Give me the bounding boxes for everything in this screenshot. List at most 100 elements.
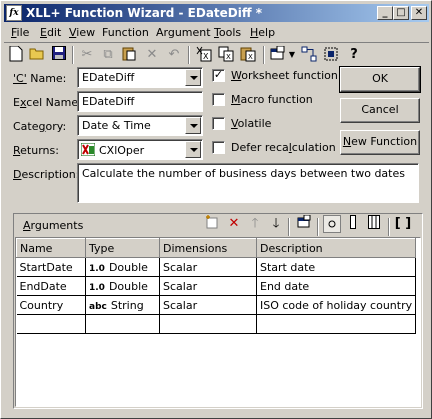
cell-description[interactable]: End date [256, 276, 417, 296]
menu-function[interactable]: Function [102, 26, 149, 39]
macro-function-label: Macro function [231, 93, 313, 106]
arguments-title: Arguments [23, 219, 84, 232]
cell-description[interactable] [256, 314, 417, 334]
menu-argument[interactable]: Argument [156, 26, 211, 39]
returns-label: Returns: [13, 144, 59, 157]
macro-function-checkbox[interactable] [212, 93, 225, 106]
c-name-combo[interactable]: EDateDiff [77, 67, 203, 88]
excel-copy-icon[interactable]: X [217, 46, 235, 64]
volatile-checkbox[interactable] [212, 117, 225, 130]
open-folder-icon[interactable] [28, 46, 46, 64]
menu-view[interactable]: View [69, 26, 95, 39]
structure-icon[interactable] [300, 46, 318, 64]
excel-paste-icon[interactable]: X [239, 46, 257, 64]
brackets-icon[interactable]: [ ] [394, 215, 412, 233]
delete-argument-icon[interactable]: ✕ [225, 215, 243, 233]
copy-icon[interactable]: ⧉ [99, 46, 117, 64]
window-title: XLL+ Function Wizard - EDateDiff * [26, 6, 263, 20]
chevron-down-icon[interactable] [185, 117, 201, 134]
description-label: Description: [13, 168, 80, 181]
arguments-table: Name Type Dimensions Description StartDa… [16, 238, 417, 334]
cell-type[interactable] [85, 314, 160, 334]
new-file-icon[interactable] [7, 45, 25, 64]
cell-dimensions[interactable]: Scalar [159, 276, 257, 296]
delete-icon[interactable]: ✕ [143, 46, 161, 64]
cell-description[interactable]: Start date [256, 257, 417, 277]
title-bar[interactable]: fx XLL+ Function Wizard - EDateDiff * _ … [4, 4, 429, 22]
cell-dimensions[interactable]: Scalar [159, 295, 257, 315]
cell-type[interactable]: 1.0 Double [85, 276, 160, 296]
cell-description[interactable]: ISO code of holiday country [256, 295, 417, 315]
returns-combo[interactable]: CXlOper [77, 139, 203, 160]
excel-type-icon [80, 142, 96, 159]
save-icon[interactable] [50, 46, 68, 64]
description-field[interactable]: Calculate the number of business days be… [77, 163, 419, 203]
arguments-grid: Name Type Dimensions Description StartDa… [15, 237, 421, 407]
move-down-icon[interactable]: 🡓 [267, 215, 285, 233]
properties-icon[interactable] [269, 45, 287, 64]
maximize-button[interactable]: □ [393, 6, 409, 20]
cell-dimensions[interactable] [159, 314, 257, 334]
close-button[interactable]: ✕ [411, 6, 427, 20]
volatile-label: Volatile [231, 117, 272, 130]
menu-edit[interactable]: Edit [40, 26, 61, 39]
category-combo[interactable]: Date & Time [77, 115, 203, 136]
cell-name[interactable] [16, 314, 86, 334]
string-type-icon: abc [89, 301, 107, 312]
c-name-value: EDateDiff [82, 71, 135, 84]
menu-file[interactable]: File [11, 26, 29, 39]
cut-icon[interactable]: ✂ [78, 46, 96, 64]
table-row[interactable]: StartDate 1.0 Double Scalar Start date [16, 257, 417, 277]
scalar-view-icon[interactable] [323, 215, 341, 233]
defer-recalculation-checkbox[interactable] [212, 141, 225, 154]
worksheet-function-checkbox[interactable]: ✓ [212, 69, 225, 82]
toolbar-separator [263, 46, 265, 64]
select-icon[interactable] [322, 46, 340, 64]
cell-name[interactable]: StartDate [16, 257, 86, 277]
minimize-button[interactable]: _ [377, 6, 393, 20]
move-up-icon[interactable]: 🡑 [246, 215, 264, 233]
double-type-icon: 1.0 [89, 282, 105, 293]
function-wizard-window: fx XLL+ Function Wizard - EDateDiff * _ … [0, 0, 432, 419]
chevron-down-icon[interactable]: ▼ [287, 46, 297, 64]
returns-value: CXlOper [99, 144, 145, 157]
column-header-type[interactable]: Type [85, 238, 160, 258]
vector-view-icon[interactable] [344, 215, 362, 233]
cell-name[interactable]: EndDate [16, 276, 86, 296]
toolbar-separator [72, 46, 74, 64]
svg-text:X: X [248, 53, 253, 61]
column-header-name[interactable]: Name [16, 238, 86, 258]
excel-cut-icon[interactable]: X [195, 46, 213, 64]
cancel-button[interactable]: Cancel [340, 98, 420, 123]
help-icon[interactable]: ? [345, 46, 363, 64]
category-value: Date & Time [82, 119, 151, 132]
cell-type[interactable]: 1.0 Double [85, 257, 160, 277]
matrix-view-icon[interactable] [365, 215, 383, 233]
argument-properties-icon[interactable] [295, 214, 313, 233]
table-row-empty[interactable] [16, 314, 417, 334]
table-row[interactable]: EndDate 1.0 Double Scalar End date [16, 276, 417, 296]
cell-type[interactable]: abc String [85, 295, 160, 315]
column-header-dimensions[interactable]: Dimensions [159, 238, 257, 258]
chevron-down-icon[interactable] [185, 69, 201, 86]
excel-name-value: EDateDiff [82, 95, 135, 108]
description-value: Calculate the number of business days be… [82, 167, 405, 180]
cell-name[interactable]: Country [16, 295, 86, 315]
app-icon[interactable]: fx [6, 5, 22, 21]
svg-text:X: X [226, 53, 231, 61]
new-function-button[interactable]: New Function [340, 130, 420, 155]
menu-help[interactable]: Help [250, 26, 275, 39]
undo-icon[interactable]: ↶ [165, 46, 183, 64]
menu-tools[interactable]: Tools [214, 26, 241, 39]
table-header-row: Name Type Dimensions Description [16, 238, 417, 258]
paste-icon[interactable] [120, 46, 138, 64]
chevron-down-icon[interactable] [185, 141, 201, 158]
add-argument-icon[interactable] [203, 215, 221, 233]
table-row[interactable]: Country abc String Scalar ISO code of hol… [16, 295, 417, 315]
column-header-description[interactable]: Description [255, 238, 417, 258]
cell-dimensions[interactable]: Scalar [159, 257, 257, 277]
excel-name-field[interactable]: EDateDiff [77, 91, 203, 112]
ok-button[interactable]: OK [339, 66, 421, 93]
toolbar-separator [388, 218, 390, 236]
c-name-label: 'C' Name: [13, 72, 67, 85]
